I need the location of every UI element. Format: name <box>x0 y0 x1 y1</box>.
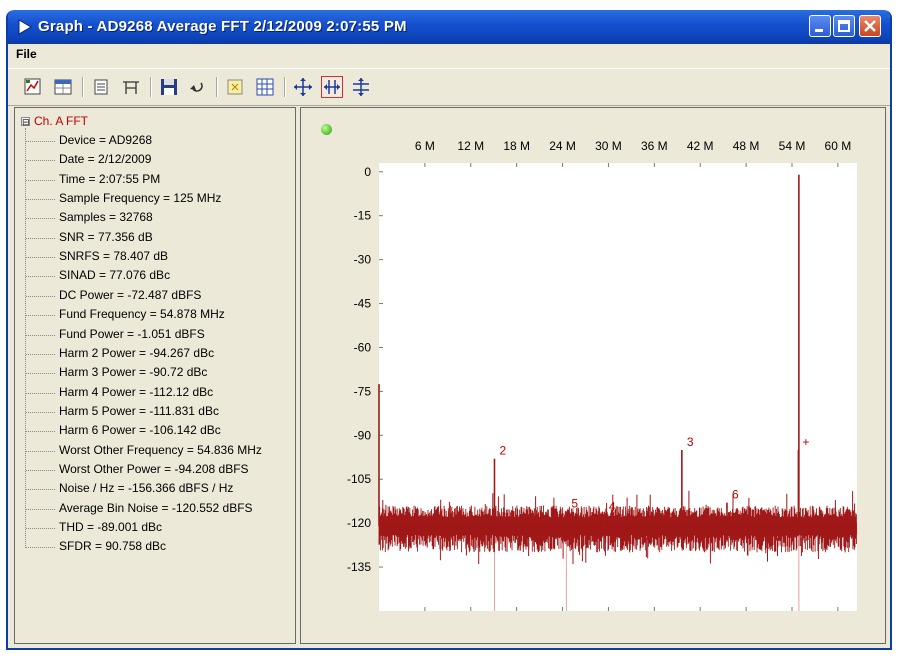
menu-file[interactable]: File <box>16 47 37 61</box>
table-icon[interactable] <box>52 76 74 98</box>
zoom-fit-icon[interactable] <box>292 76 314 98</box>
tree-item[interactable]: Harm 3 Power = -90.72 dBc <box>25 365 207 379</box>
tree-item[interactable]: SFDR = 90.758 dBc <box>25 539 166 553</box>
tree-item[interactable]: Harm 5 Power = -111.831 dBc <box>26 404 219 418</box>
tree-item[interactable]: Sample Frequency = 125 MHz <box>25 191 221 205</box>
tree-item[interactable]: Harm 2 Power = -94.267 dBc <box>25 346 214 360</box>
tree-item[interactable]: THD = -89.001 dBc <box>25 520 162 534</box>
x-tick-label: 24 M <box>549 139 576 153</box>
window-title: Graph - AD9268 Average FFT 2/12/2009 2:0… <box>38 18 407 35</box>
y-tick-label: -30 <box>354 253 372 267</box>
chart-icon[interactable] <box>22 76 44 98</box>
harmonic-label: 4 <box>609 499 616 513</box>
tree-item[interactable]: Date = 2/12/2009 <box>25 152 151 166</box>
x-tick-label: 54 M <box>779 139 806 153</box>
tree-item[interactable]: SNR = 77.356 dB <box>26 230 153 244</box>
tree-item[interactable]: Worst Other Frequency = 54.836 MHz <box>26 443 262 457</box>
close-button[interactable] <box>859 15 881 37</box>
maximize-icon <box>838 20 850 32</box>
y-tick-label: 0 <box>364 165 371 179</box>
y-tick-label: -135 <box>347 560 371 574</box>
fft-graph-panel[interactable]: 6 M 12 M 18 M 24 M 30 M 36 M 42 M 48 M 54 M 60 M 0… <box>300 107 886 644</box>
tree-item[interactable]: SINAD = 77.076 dBc <box>25 268 170 282</box>
x-tick-label: 30 M <box>595 139 622 153</box>
harmonic-label: 3 <box>687 435 694 449</box>
tree-item[interactable]: Time = 2:07:55 PM <box>25 172 160 186</box>
minimize-button[interactable] <box>809 15 831 37</box>
harmonic-label: + <box>802 435 809 449</box>
tree-root-ch-a-fft[interactable]: ⊟ Ch. A FFT <box>21 114 88 128</box>
maximize-button[interactable] <box>833 15 855 37</box>
tree-root-label: Ch. A FFT <box>34 114 89 128</box>
x-tick-label: 48 M <box>733 139 760 153</box>
tree-item[interactable]: Fund Power = -1.051 dBFS <box>26 327 205 341</box>
fft-plot[interactable]: 6 M 12 M 18 M 24 M 30 M 36 M 42 M 48 M 54 M 60 M 0… <box>301 108 885 643</box>
save-icon[interactable] <box>158 76 180 98</box>
zoom-vertical-icon[interactable] <box>350 76 372 98</box>
tree-item[interactable]: SNRFS = 78.407 dB <box>25 249 168 263</box>
graph-window: Graph - AD9268 Average FFT 2/12/2009 2:0… <box>6 10 892 650</box>
y-tick-label: -90 <box>354 428 372 442</box>
x-tick-label: 42 M <box>687 139 714 153</box>
x-tick-label: 18 M <box>503 139 530 153</box>
tree-item[interactable]: Average Bin Noise = -120.552 dBFS <box>26 501 253 515</box>
y-tick-label: -15 <box>354 209 372 223</box>
undo-icon[interactable] <box>186 76 208 98</box>
noise-band <box>379 523 857 535</box>
measurement-tree[interactable]: ⊟ Ch. A FFT Device = AD9268 Date = 2/12/20… <box>14 107 296 644</box>
harmonic-label: 6 <box>732 488 739 502</box>
toolbar <box>8 68 890 106</box>
title-bar[interactable]: Graph - AD9268 Average FFT 2/12/2009 2:0… <box>8 10 890 44</box>
collapse-icon[interactable]: ⊟ <box>21 117 30 127</box>
x-tick-label: 36 M <box>641 139 668 153</box>
y-tick-label: -60 <box>354 340 372 354</box>
minimize-icon <box>815 29 823 32</box>
tree-item[interactable]: Fund Frequency = 54.878 MHz <box>26 307 225 321</box>
tick-icon[interactable] <box>120 76 142 98</box>
tree-item[interactable]: Noise / Hz = -156.366 dBFS / Hz <box>25 481 233 495</box>
list-icon[interactable] <box>90 76 112 98</box>
x-tick-label: 60 M <box>825 139 852 153</box>
y-tick-label: -120 <box>347 516 371 530</box>
marker-icon[interactable] <box>224 76 246 98</box>
tree-item[interactable]: Harm 4 Power = -112.12 dBc <box>25 385 213 399</box>
tree-item[interactable]: Harm 6 Power = -106.142 dBc <box>26 423 221 437</box>
tree-item[interactable]: Samples = 32768 <box>26 210 153 224</box>
x-tick-label: 12 M <box>457 139 484 153</box>
harmonic-label: 2 <box>499 444 506 458</box>
zoom-horizontal-icon[interactable] <box>321 76 343 98</box>
tree-item[interactable]: DC Power = -72.487 dBFS <box>25 288 201 302</box>
y-tick-label: -45 <box>354 297 372 311</box>
tree-item[interactable]: Device = AD9268 <box>25 133 152 147</box>
play-arrow-icon <box>18 19 32 35</box>
y-tick-label: -105 <box>347 472 371 486</box>
harmonic-label: 5 <box>571 496 578 510</box>
menu-bar: File <box>8 44 890 66</box>
close-icon <box>864 20 876 32</box>
grid-icon[interactable] <box>254 76 276 98</box>
tree-item[interactable]: Worst Other Power = -94.208 dBFS <box>26 462 249 476</box>
y-tick-label: -75 <box>354 384 372 398</box>
x-tick-label: 6 M <box>415 139 435 153</box>
